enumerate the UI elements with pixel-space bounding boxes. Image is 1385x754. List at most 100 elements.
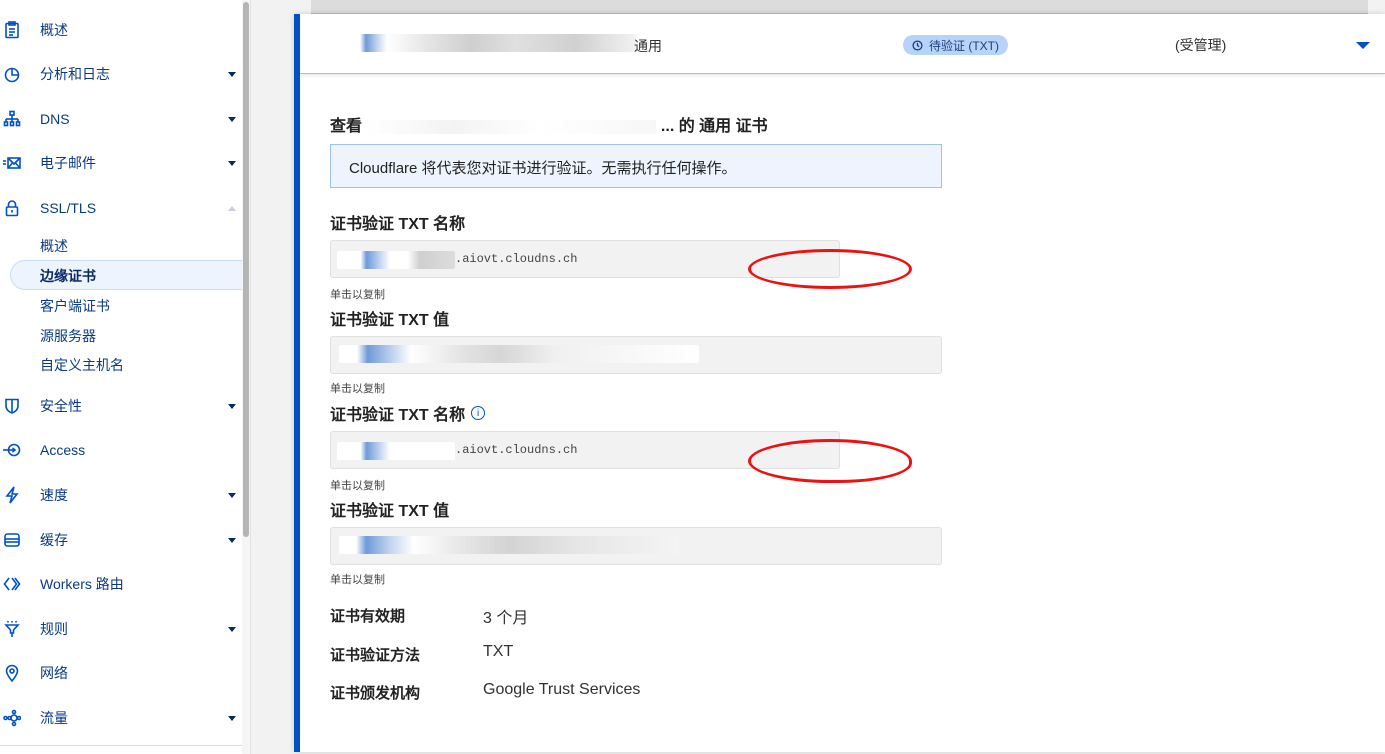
sidebar-item-traffic[interactable]: 流量 <box>0 703 242 733</box>
sidebar-item-label: 速度 <box>40 487 68 503</box>
clock-icon <box>912 39 923 51</box>
copy-hint: 单击以复制 <box>330 383 385 395</box>
location-pin-icon <box>2 663 22 683</box>
clipboard-icon <box>2 20 22 40</box>
validity-value: 3 个月 <box>483 610 529 627</box>
network-hierarchy-icon <box>2 109 22 129</box>
field-label-text: 证书验证 TXT 值 <box>330 503 450 520</box>
field-label-text: 证书验证 TXT 值 <box>330 312 450 329</box>
issuer-value: Google Trust Services <box>483 681 641 698</box>
field-label: 证书验证 TXT 名称 i <box>330 401 486 425</box>
funnel-icon <box>2 619 22 639</box>
managed-label: (受管理) <box>1175 37 1227 53</box>
sidebar-item-label: 缓存 <box>40 532 68 548</box>
divider <box>0 745 250 746</box>
chevron-down-icon[interactable] <box>228 71 236 77</box>
details-title: 查看 ... 的 通用 证书 <box>330 112 768 136</box>
redacted-value <box>339 536 679 554</box>
sidebar-item-rules[interactable]: 规则 <box>0 614 242 644</box>
field-label-text: 证书验证 TXT 名称 <box>330 216 466 233</box>
sidebar-item-analytics[interactable]: 分析和日志 <box>0 59 242 89</box>
certificate-card: 通用 待验证 (TXT) (受管理) 查看 ... 的 通用 证书 Cloudf… <box>294 14 1385 752</box>
txt-name-copy-field[interactable]: .aiovt.cloudns.ch <box>330 240 840 278</box>
txt-name-value: .aiovt.cloudns.ch <box>455 443 578 457</box>
sidebar-item-label: 概述 <box>40 22 68 38</box>
sidebar-item-label: Workers 路由 <box>40 576 124 592</box>
sidebar-item-label: 规则 <box>40 621 68 637</box>
storage-icon <box>2 530 22 550</box>
field-label: 证书验证 TXT 名称 <box>330 210 465 234</box>
certificate-row[interactable]: 通用 待验证 (TXT) (受管理) <box>300 14 1385 74</box>
table-header <box>311 0 1368 14</box>
sidebar-item-label: 流量 <box>40 710 68 726</box>
txt-name-copy-field[interactable]: .aiovt.cloudns.ch <box>330 431 840 469</box>
sidebar-item-label: 网络 <box>40 665 68 681</box>
sidebar-item-overview[interactable]: 概述 <box>0 15 242 45</box>
field-label: 证书验证 TXT 值 <box>330 497 449 521</box>
title-prefix: 查看 <box>330 118 363 135</box>
certificate-type: 通用 <box>634 38 662 54</box>
shield-icon <box>2 396 22 416</box>
copy-hint: 单击以复制 <box>330 480 385 492</box>
redacted-domain <box>366 119 657 134</box>
info-banner: Cloudflare 将代表您对证书进行验证。无需执行任何操作。 <box>330 144 942 188</box>
sidebar-item-label: 电子邮件 <box>40 155 96 171</box>
redacted-prefix <box>337 251 455 269</box>
chevron-down-icon[interactable] <box>228 403 236 409</box>
sidebar-item-label: DNS <box>40 111 70 127</box>
copy-hint: 单击以复制 <box>330 289 385 301</box>
sidebar-item-caching[interactable]: 缓存 <box>0 525 242 555</box>
issuer-label: 证书颁发机构 <box>330 685 421 702</box>
field-label: 证书验证 TXT 值 <box>330 306 449 330</box>
txt-value-copy-field[interactable] <box>330 336 942 374</box>
sidebar-item-access[interactable]: Access <box>0 435 242 465</box>
sidebar-item-label: 分析和日志 <box>40 66 110 82</box>
chevron-down-icon[interactable] <box>228 715 236 721</box>
lock-icon <box>2 198 22 218</box>
sidebar-item-email[interactable]: 电子邮件 <box>0 148 242 178</box>
chevron-down-icon[interactable] <box>228 537 236 543</box>
pie-chart-icon <box>2 64 22 84</box>
txt-name-value: .aiovt.cloudns.ch <box>455 252 578 266</box>
sidebar-subitem-edge-certificates[interactable]: 边缘证书 <box>40 266 96 286</box>
expand-toggle-icon[interactable] <box>1356 42 1370 49</box>
chevron-down-icon[interactable] <box>228 116 236 122</box>
redacted-hostnames <box>336 34 636 52</box>
sidebar-subitem-origin-server[interactable]: 源服务器 <box>40 326 96 346</box>
status-text: 待验证 (TXT) <box>929 38 999 53</box>
redacted-value <box>339 345 699 363</box>
title-suffix: ... 的 通用 证书 <box>660 118 768 135</box>
sidebar-subitem-ssl-overview[interactable]: 概述 <box>40 236 68 256</box>
sidebar-subitem-client-certificates[interactable]: 客户端证书 <box>40 296 110 316</box>
workers-icon <box>2 574 22 594</box>
chevron-down-icon[interactable] <box>228 626 236 632</box>
traffic-icon <box>2 708 22 728</box>
lightning-icon <box>2 485 22 505</box>
sidebar-item-label: 安全性 <box>40 398 82 414</box>
sidebar-scrollbar-thumb[interactable] <box>243 2 249 537</box>
validation-method-value: TXT <box>483 643 514 660</box>
info-icon[interactable]: i <box>471 406 486 420</box>
sidebar-item-speed[interactable]: 速度 <box>0 480 242 510</box>
sidebar-item-network[interactable]: 网络 <box>0 658 242 688</box>
validation-method-label: 证书验证方法 <box>330 647 421 664</box>
chevron-down-icon[interactable] <box>228 160 236 166</box>
chevron-down-icon[interactable] <box>228 492 236 498</box>
sidebar-item-workers-routes[interactable]: Workers 路由 <box>0 569 242 599</box>
sidebar-subitem-custom-hostnames[interactable]: 自定义主机名 <box>40 355 124 375</box>
email-icon <box>2 153 22 173</box>
sidebar-item-label: SSL/TLS <box>40 200 97 216</box>
sidebar-item-ssl-tls[interactable]: SSL/TLS <box>0 193 242 223</box>
chevron-up-icon[interactable] <box>228 205 236 211</box>
copy-hint: 单击以复制 <box>330 574 385 586</box>
validity-label: 证书有效期 <box>330 608 406 625</box>
sidebar-item-dns[interactable]: DNS <box>0 104 242 134</box>
redacted-prefix <box>337 442 455 460</box>
access-icon <box>2 440 22 460</box>
sidebar-item-security[interactable]: 安全性 <box>0 391 242 421</box>
info-message: Cloudflare 将代表您对证书进行验证。无需执行任何操作。 <box>349 160 737 177</box>
txt-value-copy-field[interactable] <box>330 527 942 565</box>
status-badge: 待验证 (TXT) <box>903 35 1008 55</box>
sidebar: 概述 分析和日志 DNS 电子邮件 SSL/TLS 概述 边缘证书 客户端证书 … <box>0 0 250 754</box>
sidebar-item-label: Access <box>40 442 86 458</box>
